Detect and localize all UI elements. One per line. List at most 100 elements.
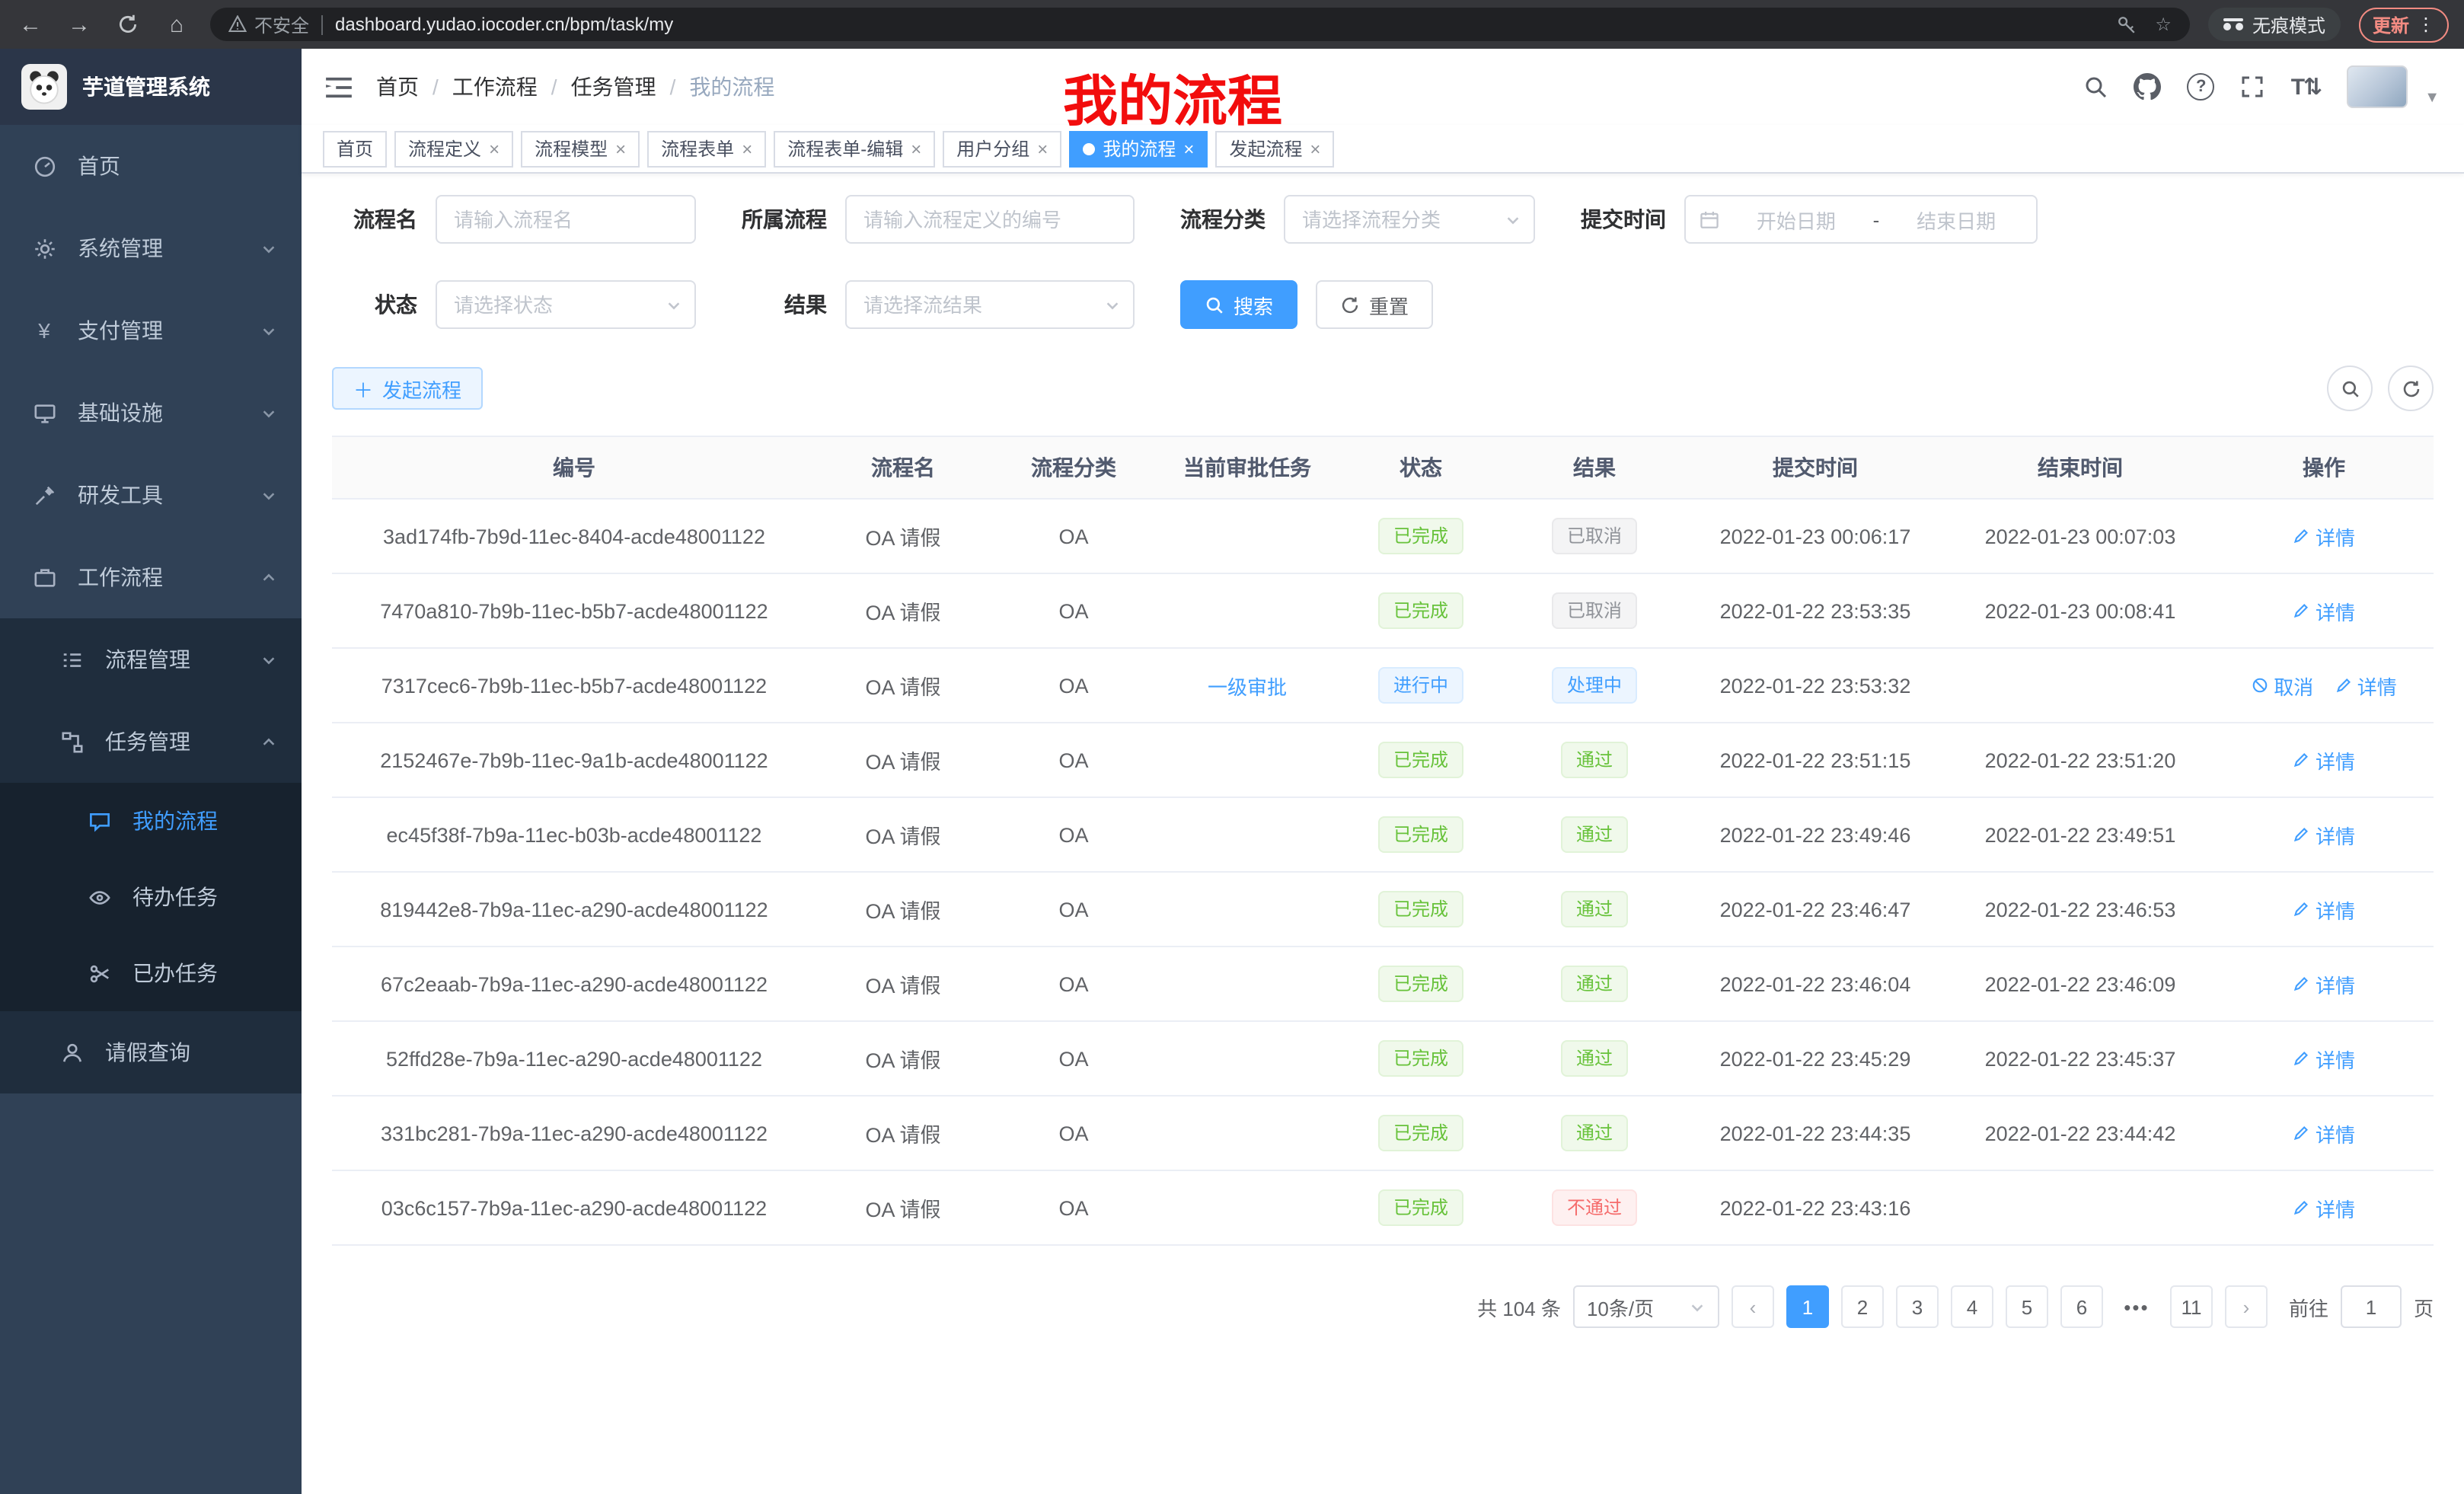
cell-submit-time: 2022-01-22 23:53:35 — [1684, 573, 1946, 648]
edit-icon — [2293, 975, 2311, 993]
github-icon[interactable] — [2134, 73, 2162, 101]
tab-process-form[interactable]: 流程表单× — [647, 130, 766, 167]
url-text[interactable]: dashboard.yudao.iocoder.cn/bpm/task/my — [335, 14, 673, 35]
forward-icon[interactable]: → — [64, 11, 94, 37]
cell-end-time: 2022-01-22 23:46:53 — [1946, 872, 2214, 947]
sidebar-item-task-management[interactable]: 任务管理 — [0, 701, 302, 783]
page-number-button[interactable]: 11 — [2170, 1285, 2213, 1328]
sidebar-item-payment[interactable]: ¥ 支付管理 — [0, 289, 302, 372]
search-icon[interactable] — [2084, 75, 2108, 99]
close-tab-icon[interactable]: × — [489, 138, 500, 159]
font-size-icon[interactable]: T⇅ — [2291, 73, 2321, 101]
top-navbar: 首页/ 工作流程/ 任务管理/ 我的流程 ? T⇅ ▼ — [302, 49, 2464, 125]
detail-button[interactable]: 详情 — [2293, 745, 2355, 774]
detail-button[interactable]: 详情 — [2293, 1044, 2355, 1073]
breadcrumb-item[interactable]: 首页 — [376, 72, 419, 102]
breadcrumb-separator: / — [551, 75, 557, 99]
close-tab-icon[interactable]: × — [615, 138, 626, 159]
page-size-value: 10条/页 — [1587, 1292, 1654, 1321]
detail-button[interactable]: 详情 — [2293, 820, 2355, 849]
page-number-button[interactable]: 1 — [1786, 1285, 1829, 1328]
search-button[interactable]: 搜索 — [1180, 280, 1297, 329]
close-tab-icon[interactable]: × — [1183, 138, 1194, 159]
cell-status: 已完成 — [1337, 1170, 1505, 1245]
page-number-button[interactable]: 5 — [2006, 1285, 2048, 1328]
detail-button[interactable]: 详情 — [2293, 522, 2355, 551]
back-icon[interactable]: ← — [15, 11, 46, 37]
cancel-button[interactable]: 取消 — [2251, 671, 2313, 700]
process-definition-input[interactable] — [845, 195, 1135, 244]
help-icon[interactable]: ? — [2188, 73, 2215, 101]
sidebar-item-todo-tasks[interactable]: 待办任务 — [0, 859, 302, 935]
reset-button[interactable]: 重置 — [1316, 280, 1433, 329]
page-number-button[interactable]: ••• — [2115, 1285, 2158, 1328]
reload-icon[interactable] — [113, 14, 143, 35]
task-link[interactable]: 一级审批 — [1208, 671, 1287, 700]
sidebar-item-devtools[interactable]: 研发工具 — [0, 454, 302, 536]
next-page-button[interactable]: › — [2225, 1285, 2268, 1328]
tab-process-form-edit[interactable]: 流程表单-编辑× — [774, 130, 935, 167]
tab-start-process[interactable]: 发起流程× — [1215, 130, 1334, 167]
bookmark-star-icon[interactable]: ☆ — [2155, 14, 2172, 35]
submit-time-range-picker[interactable]: 开始日期 - 结束日期 — [1684, 195, 2038, 244]
sidebar-item-my-process[interactable]: 我的流程 — [0, 783, 302, 859]
close-tab-icon[interactable]: × — [911, 138, 921, 159]
tab-home[interactable]: 首页 — [323, 130, 387, 167]
sidebar-item-system[interactable]: 系统管理 — [0, 207, 302, 289]
avatar[interactable] — [2347, 65, 2408, 108]
result-select[interactable] — [845, 280, 1135, 329]
security-indicator[interactable]: 不安全 — [228, 11, 309, 37]
tab-user-group[interactable]: 用户分组× — [943, 130, 1061, 167]
close-tab-icon[interactable]: × — [742, 138, 752, 159]
tab-process-model[interactable]: 流程模型× — [521, 130, 640, 167]
detail-button[interactable]: 详情 — [2293, 895, 2355, 924]
filter-label-name: 流程名 — [332, 204, 417, 235]
sidebar-item-workflow[interactable]: 工作流程 — [0, 536, 302, 618]
cell-status: 已完成 — [1337, 872, 1505, 947]
tab-my-process[interactable]: 我的流程× — [1069, 130, 1208, 167]
create-process-button[interactable]: ＋ 发起流程 — [332, 367, 483, 410]
detail-button[interactable]: 详情 — [2293, 1193, 2355, 1222]
page-number-button[interactable]: 4 — [1951, 1285, 1993, 1328]
sidebar-item-process-management[interactable]: 流程管理 — [0, 618, 302, 701]
page-number-button[interactable]: 2 — [1841, 1285, 1884, 1328]
fullscreen-icon[interactable] — [2241, 75, 2265, 99]
status-badge: 进行中 — [1378, 667, 1463, 704]
table-row: 3ad174fb-7b9d-11ec-8404-acde48001122 OA … — [332, 499, 2434, 573]
update-button[interactable]: 更新 ⋮ — [2359, 7, 2449, 42]
address-bar[interactable]: 不安全 dashboard.yudao.iocoder.cn/bpm/task/… — [210, 8, 2190, 41]
cell-result: 通过 — [1505, 872, 1684, 947]
close-tab-icon[interactable]: × — [1310, 138, 1320, 159]
incognito-badge: 无痕模式 — [2208, 8, 2341, 41]
page-size-select[interactable]: 10条/页 — [1573, 1285, 1719, 1328]
sidebar-item-infrastructure[interactable]: 基础设施 — [0, 372, 302, 454]
breadcrumb-item[interactable]: 工作流程 — [452, 72, 538, 102]
refresh-table-button[interactable] — [2388, 366, 2434, 411]
page-number-button[interactable]: 6 — [2060, 1285, 2103, 1328]
tab-process-definition[interactable]: 流程定义× — [394, 130, 513, 167]
sidebar-item-leave-query[interactable]: 请假查询 — [0, 1011, 302, 1093]
breadcrumb-item[interactable]: 任务管理 — [571, 72, 656, 102]
browser-menu-icon[interactable]: ⋮ — [2417, 14, 2435, 35]
yen-icon: ¥ — [30, 318, 58, 343]
key-icon[interactable] — [2117, 14, 2137, 34]
process-name-input[interactable] — [436, 195, 696, 244]
detail-button[interactable]: 详情 — [2335, 671, 2397, 700]
detail-button[interactable]: 详情 — [2293, 1119, 2355, 1148]
goto-page-input[interactable] — [2341, 1285, 2402, 1328]
cell-status: 已完成 — [1337, 723, 1505, 797]
detail-button[interactable]: 详情 — [2293, 596, 2355, 625]
close-tab-icon[interactable]: × — [1037, 138, 1048, 159]
sidebar-item-home[interactable]: 首页 — [0, 125, 302, 207]
status-select[interactable] — [436, 280, 696, 329]
prev-page-button[interactable]: ‹ — [1732, 1285, 1774, 1328]
sidebar-toggle-icon[interactable] — [326, 75, 352, 98]
page-number-button[interactable]: 3 — [1896, 1285, 1939, 1328]
home-icon[interactable]: ⌂ — [161, 11, 192, 37]
detail-button[interactable]: 详情 — [2293, 969, 2355, 998]
process-category-select[interactable] — [1284, 195, 1535, 244]
show-search-toggle-button[interactable] — [2327, 366, 2373, 411]
cell-actions: 取消 详情 — [2214, 723, 2434, 797]
sidebar-item-done-tasks[interactable]: 已办任务 — [0, 935, 302, 1011]
avatar-caret-icon[interactable]: ▼ — [2424, 89, 2440, 106]
